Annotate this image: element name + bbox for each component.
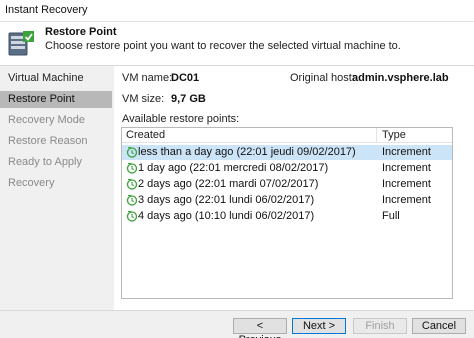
original-host-label: Original host:	[290, 72, 355, 84]
table-row[interactable]: 1 day ago (22:01 mercredi 08/02/2017) In…	[122, 161, 452, 176]
row-created: 2 days ago (22:01 mardi 07/02/2017)	[138, 178, 319, 190]
vm-size-value: 9,7 GB	[171, 93, 206, 105]
restore-points-label: Available restore points:	[122, 113, 240, 125]
table-row[interactable]: less than a day ago (22:01 jeudi 09/02/2…	[122, 145, 452, 160]
table-row[interactable]: 3 days ago (22:01 lundi 06/02/2017) Incr…	[122, 193, 452, 208]
table-row[interactable]: 2 days ago (22:01 mardi 07/02/2017) Incr…	[122, 177, 452, 192]
row-type: Increment	[382, 162, 431, 174]
row-created: 4 days ago (10:10 lundi 06/02/2017)	[138, 210, 315, 222]
row-created: 3 days ago (22:01 lundi 06/02/2017)	[138, 194, 315, 206]
row-type: Increment	[382, 194, 431, 206]
restore-point-clock-icon	[126, 147, 138, 158]
previous-button[interactable]: < Previous	[233, 318, 287, 338]
original-host-value: admin.vsphere.lab	[352, 72, 449, 84]
restore-point-clock-icon	[126, 163, 138, 174]
restore-point-clock-icon	[126, 179, 138, 190]
wizard-header: Restore Point Choose restore point you w…	[0, 22, 474, 65]
next-button[interactable]: Next >	[292, 318, 346, 334]
table-row[interactable]: 4 days ago (10:10 lundi 06/02/2017) Full	[122, 209, 452, 224]
title-bar: Instant Recovery	[0, 0, 474, 22]
restore-point-clock-icon	[126, 195, 138, 206]
column-divider[interactable]	[376, 128, 377, 143]
table-header: Created Type	[122, 128, 452, 143]
restore-points-table[interactable]: Created Type less than a day ago (22:01 …	[121, 127, 453, 299]
step-ready-to-apply: Ready to Apply	[8, 156, 82, 168]
row-created: 1 day ago (22:01 mercredi 08/02/2017)	[138, 162, 329, 174]
vm-name-value: DC01	[171, 72, 200, 84]
column-type[interactable]: Type	[382, 129, 406, 141]
restore-point-panel: VM name: DC01 Original host: admin.vsphe…	[114, 66, 474, 311]
step-recovery: Recovery	[8, 177, 55, 189]
row-type: Increment	[382, 178, 431, 190]
row-type: Full	[382, 210, 400, 222]
finish-button: Finish	[353, 318, 407, 334]
step-virtual-machine[interactable]: Virtual Machine	[0, 70, 112, 87]
row-created: less than a day ago (22:01 jeudi 09/02/2…	[138, 146, 356, 158]
page-title: Restore Point	[45, 26, 117, 38]
step-restore-reason: Restore Reason	[8, 135, 88, 147]
wizard-body: Virtual Machine Restore Point Recovery M…	[0, 65, 474, 311]
step-restore-point[interactable]: Restore Point	[0, 91, 112, 108]
vm-name-label: VM name:	[122, 72, 173, 84]
window-title: Instant Recovery	[5, 4, 88, 16]
row-type: Increment	[382, 146, 431, 158]
step-recovery-mode: Recovery Mode	[8, 114, 86, 126]
vm-size-label: VM size:	[122, 93, 165, 105]
wizard-steps-sidebar: Virtual Machine Restore Point Recovery M…	[0, 66, 114, 311]
restore-point-clock-icon	[126, 211, 138, 222]
column-created[interactable]: Created	[126, 129, 165, 141]
cancel-button[interactable]: Cancel	[412, 318, 466, 334]
page-subtitle: Choose restore point you want to recover…	[45, 40, 401, 52]
server-restore-icon	[8, 31, 34, 56]
wizard-footer: < Previous Next > Finish Cancel	[0, 310, 474, 338]
